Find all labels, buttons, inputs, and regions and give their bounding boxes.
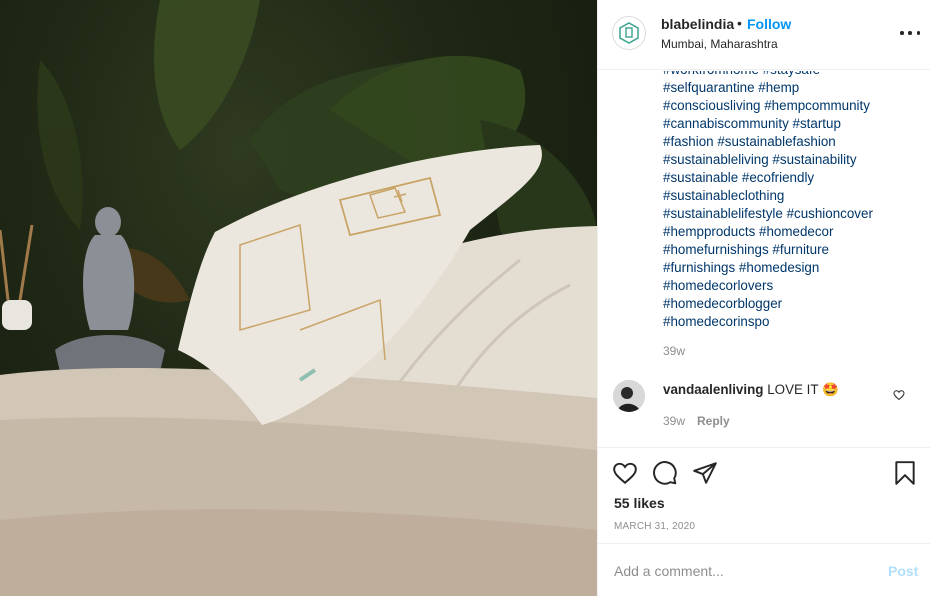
comment-input[interactable]	[614, 560, 864, 582]
commenter-avatar[interactable]	[613, 380, 645, 412]
hashtag-line[interactable]: #sustainable #ecofriendly	[663, 169, 923, 187]
commenter-username[interactable]: vandaalenliving	[663, 382, 763, 397]
more-dot	[908, 31, 912, 35]
person-icon	[613, 380, 645, 412]
like-heart-icon[interactable]	[612, 460, 638, 486]
follow-button[interactable]: Follow	[747, 16, 791, 32]
more-dot	[916, 31, 920, 35]
hashtag-line[interactable]: #fashion #sustainablefashion	[663, 133, 923, 151]
likes-count[interactable]: 55 likes	[614, 495, 665, 511]
hashtag-line[interactable]: #cannabiscommunity #startup	[663, 115, 923, 133]
add-comment-bar: Post	[598, 543, 930, 596]
username-link[interactable]: blabelindia	[661, 16, 734, 32]
hashtag-line[interactable]: #hempproducts #homedecor	[663, 223, 923, 241]
separator-dot: •	[737, 15, 742, 31]
post-side-panel: blabelindia • Follow Mumbai, Maharashtra…	[597, 0, 930, 596]
hashtag-line[interactable]: #furnishings #homedesign	[663, 259, 923, 277]
save-bookmark-icon[interactable]	[892, 460, 918, 486]
post-photo[interactable]	[0, 0, 597, 596]
profile-avatar[interactable]	[612, 16, 646, 50]
comment-heart-icon[interactable]	[893, 389, 905, 401]
more-options-icon[interactable]	[900, 24, 920, 42]
share-send-icon[interactable]	[692, 460, 718, 486]
hashtag-line[interactable]: #sustainablelifestyle #cushioncover	[663, 205, 923, 223]
comments-section[interactable]: #workfromhome #staysafe #selfquarantine …	[598, 71, 930, 447]
more-dot	[900, 31, 904, 35]
hashtag-line[interactable]: #homedecorinspo	[663, 313, 923, 331]
photo-illustration	[0, 0, 597, 596]
hashtag-line[interactable]: #workfromhome #staysafe	[663, 71, 923, 79]
post-comment-button[interactable]: Post	[888, 563, 918, 579]
hashtag-line[interactable]: #selfquarantine #hemp	[663, 79, 923, 97]
comment-body: LOVE IT 🤩	[767, 382, 839, 397]
post-actions: 55 likes MARCH 31, 2020	[598, 447, 930, 543]
hashtag-line[interactable]: #homefurnishings #furniture	[663, 241, 923, 259]
comment-timestamp[interactable]: 39w	[663, 414, 685, 428]
comment-text: vandaalenliving LOVE IT 🤩	[663, 382, 883, 398]
post-header: blabelindia • Follow Mumbai, Maharashtra	[598, 0, 930, 70]
caption-hashtags: #workfromhome #staysafe #selfquarantine …	[663, 71, 923, 331]
hashtag-line[interactable]: #homedecorblogger	[663, 295, 923, 313]
post-date[interactable]: MARCH 31, 2020	[614, 521, 695, 532]
brand-logo-icon	[619, 22, 639, 44]
comment-bubble-icon[interactable]	[652, 460, 678, 486]
location-link[interactable]: Mumbai, Maharashtra	[661, 37, 778, 51]
reply-button[interactable]: Reply	[697, 414, 730, 428]
hashtag-line[interactable]: #sustainableliving #sustainability	[663, 151, 923, 169]
hashtag-line[interactable]: #homedecorlovers	[663, 277, 923, 295]
hashtag-line[interactable]: #consciousliving #hempcommunity	[663, 97, 923, 115]
hashtag-line[interactable]: #sustainableclothing	[663, 187, 923, 205]
caption-timestamp[interactable]: 39w	[663, 344, 685, 358]
